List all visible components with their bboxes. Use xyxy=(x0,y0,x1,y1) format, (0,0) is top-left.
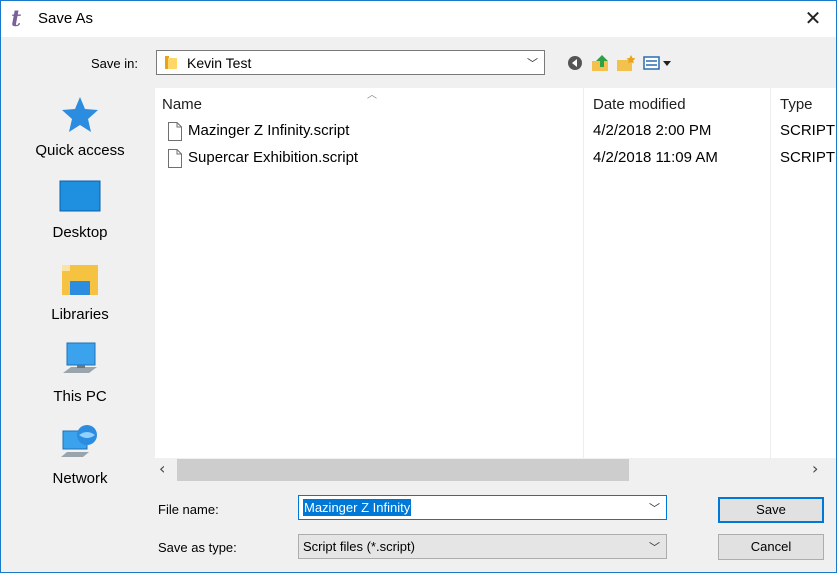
place-desktop[interactable]: Desktop xyxy=(10,171,150,251)
file-name-value: Mazinger Z Infinity xyxy=(303,499,412,516)
close-button[interactable]: ✕ xyxy=(790,1,836,37)
place-libraries[interactable]: Libraries xyxy=(10,253,150,333)
place-this-pc[interactable]: This PC xyxy=(10,335,150,415)
save-button[interactable]: Save xyxy=(718,497,824,523)
save-in-dropdown[interactable]: Kevin Test ﹀ xyxy=(156,50,545,75)
column-header-name[interactable]: Name xyxy=(162,96,202,113)
chevron-down-icon: ﹀ xyxy=(527,57,538,70)
chevron-right-icon[interactable]: › xyxy=(812,458,830,482)
file-icon xyxy=(168,122,182,141)
back-icon[interactable] xyxy=(566,53,584,73)
network-icon xyxy=(61,425,97,457)
file-type: SCRIPT xyxy=(780,149,836,166)
title-bar: t Save As ✕ xyxy=(1,1,836,37)
save-as-type-dropdown[interactable]: Script files (*.script) ﹀ xyxy=(298,534,667,559)
app-icon: t xyxy=(11,6,22,32)
file-name-input[interactable]: Mazinger Z Infinity ﹀ xyxy=(298,495,667,520)
places-bar: Quick access Desktop Libraries This PC N… xyxy=(10,89,150,501)
place-label: This PC xyxy=(53,388,107,405)
chevron-left-icon[interactable]: ‹ xyxy=(159,458,177,482)
save-as-dialog: t Save As ✕ Save in: Kevin Test ﹀ Quick … xyxy=(0,0,837,573)
folder-icon xyxy=(165,56,177,69)
file-date: 4/2/2018 2:00 PM xyxy=(593,122,712,139)
chevron-down-icon[interactable]: ﹀ xyxy=(649,500,660,516)
column-header-type[interactable]: Type xyxy=(780,96,813,113)
horizontal-scrollbar[interactable]: ‹ › xyxy=(155,458,836,482)
file-list: ︿ Name Date modified Type Mazinger Z Inf… xyxy=(155,88,836,482)
up-folder-icon[interactable] xyxy=(590,53,612,73)
save-as-type-value: Script files (*.script) xyxy=(303,539,415,554)
file-name-label: File name: xyxy=(158,502,219,517)
place-label: Libraries xyxy=(51,306,109,323)
sort-ascending-icon: ︿ xyxy=(367,90,377,101)
quick-access-star-icon xyxy=(62,97,98,132)
place-label: Quick access xyxy=(35,142,125,159)
scrollbar-thumb[interactable] xyxy=(177,459,629,481)
view-menu-icon[interactable] xyxy=(642,53,678,73)
save-in-value: Kevin Test xyxy=(187,55,252,71)
chevron-down-icon: ﹀ xyxy=(649,541,660,554)
close-icon: ✕ xyxy=(804,6,822,30)
libraries-icon xyxy=(62,265,98,295)
cancel-button[interactable]: Cancel xyxy=(718,534,824,560)
file-date: 4/2/2018 11:09 AM xyxy=(593,149,718,166)
place-label: Network xyxy=(52,470,108,487)
place-network[interactable]: Network xyxy=(10,417,150,497)
new-folder-icon[interactable] xyxy=(615,53,637,73)
this-pc-icon xyxy=(63,342,97,373)
file-icon xyxy=(168,149,182,168)
place-label: Desktop xyxy=(52,224,108,241)
desktop-icon xyxy=(59,180,101,212)
window-title: Save As xyxy=(38,10,94,27)
file-type: SCRIPT xyxy=(780,122,836,139)
save-as-type-label: Save as type: xyxy=(158,540,237,555)
save-in-label: Save in: xyxy=(91,56,138,71)
file-row[interactable]: Mazinger Z Infinity.script 4/2/2018 2:00… xyxy=(155,119,836,145)
file-row[interactable]: Supercar Exhibition.script 4/2/2018 11:0… xyxy=(155,146,836,172)
column-header-date-modified[interactable]: Date modified xyxy=(593,96,686,113)
file-name: Mazinger Z Infinity.script xyxy=(188,122,350,139)
place-quick-access[interactable]: Quick access xyxy=(10,89,150,169)
file-name: Supercar Exhibition.script xyxy=(188,149,359,166)
